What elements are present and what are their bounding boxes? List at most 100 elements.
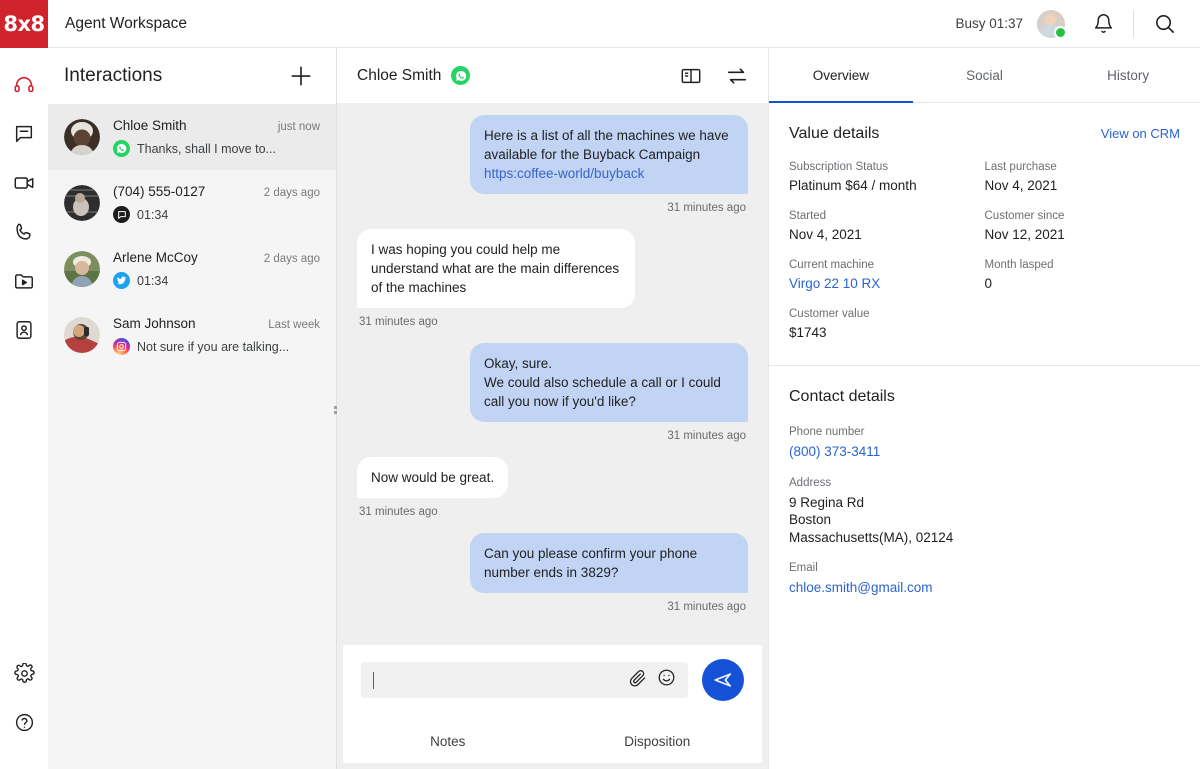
view-on-crm-link[interactable]: View on CRM [1101, 126, 1180, 141]
whatsapp-icon [113, 140, 130, 157]
divider [1133, 10, 1134, 37]
list-item[interactable]: Chloe Smith just now Thanks, shall I mov… [48, 104, 336, 170]
message-input[interactable] [376, 672, 622, 688]
send-button[interactable] [702, 659, 744, 701]
plus-icon [291, 66, 311, 86]
message-incoming: Now would be great. 31 minutes ago [357, 457, 748, 528]
call-duration: 01:34 [137, 207, 169, 222]
status-dot-available [1054, 25, 1067, 39]
agent-status-timer: Busy 01:37 [955, 16, 1023, 31]
contact-name: (704) 555-0127 [113, 184, 206, 199]
field-value: Nov 12, 2021 [984, 227, 1065, 242]
list-item[interactable]: Sam Johnson Last week Not sure if you ar… [48, 302, 336, 368]
new-interaction-button[interactable] [286, 61, 316, 91]
message-bubble: Okay, sure. We could also schedule a cal… [470, 343, 748, 422]
field-last-purchase: Last purchase Nov 4, 2021 [985, 161, 1181, 193]
attach-file-button[interactable] [628, 668, 647, 692]
book-icon [681, 68, 701, 83]
field-customer-since: Customer since Nov 12, 2021 [985, 210, 1181, 242]
timestamp: Last week [268, 319, 320, 331]
field-value: Nov 4, 2021 [984, 178, 1058, 193]
headset-icon [14, 76, 34, 93]
paperclip-icon [629, 670, 646, 687]
field-value: Nov 4, 2021 [789, 227, 862, 242]
drag-handle-icon [333, 406, 337, 414]
rail-item-contacts[interactable] [4, 310, 44, 350]
rail-item-recordings[interactable] [4, 261, 44, 301]
list-item[interactable]: (704) 555-0127 2 days ago 01:34 [48, 170, 336, 236]
contact-name: Sam Johnson [113, 316, 196, 331]
left-nav-rail [0, 48, 48, 769]
field-value: $1743 [789, 325, 827, 340]
search-icon [1155, 15, 1174, 33]
rail-item-settings[interactable] [4, 653, 44, 693]
smiley-icon [658, 669, 675, 686]
page-title: Interactions [64, 65, 163, 86]
message-text: Here is a list of all the machines we ha… [484, 128, 729, 162]
field-customer-value: Customer value $1743 [789, 308, 985, 340]
tab-notes[interactable]: Notes [343, 734, 553, 749]
conversation-header: Chloe Smith [337, 48, 768, 103]
details-tabs: Overview Social History [769, 48, 1200, 103]
message-bubble: Can you please confirm your phone number… [470, 533, 748, 593]
rail-item-meetings[interactable] [4, 163, 44, 203]
message-list: Here is a list of all the machines we ha… [337, 103, 768, 645]
message-preview: Thanks, shall I move to... [137, 141, 276, 156]
message-link[interactable]: https:coffee-world/buyback [484, 166, 644, 181]
field-label: Customer value [789, 308, 870, 320]
whatsapp-icon [451, 66, 471, 85]
field-label: Month lasped [984, 259, 1054, 271]
message-outgoing: Here is a list of all the machines we ha… [357, 115, 748, 224]
top-bar-actions: Busy 01:37 [955, 0, 1200, 48]
contact-name: Chloe Smith [113, 118, 187, 133]
address-line-2: Boston [789, 512, 832, 527]
avatar [64, 317, 100, 353]
phone-icon [16, 223, 31, 240]
agent-avatar[interactable] [1037, 9, 1067, 39]
panel-collapse-handle[interactable] [330, 400, 344, 422]
tab-disposition[interactable]: Disposition [553, 734, 763, 749]
email-value[interactable]: chloe.smith@gmail.com [789, 579, 989, 597]
transfer-arrows-icon [727, 67, 747, 84]
call-duration: 01:34 [137, 273, 169, 288]
message-timestamp: 31 minutes ago [667, 601, 746, 613]
message-timestamp: 31 minutes ago [359, 316, 438, 328]
field-value: 0 [984, 276, 993, 291]
phone-value[interactable]: (800) 373-3411 [789, 443, 989, 461]
rail-item-calls[interactable] [4, 212, 44, 252]
tab-history[interactable]: History [1056, 48, 1200, 102]
field-label: Started [789, 210, 827, 222]
notifications-button[interactable] [1083, 4, 1123, 44]
contact-details-section: Contact details Phone number (800) 373-3… [769, 366, 1200, 613]
field-value: Platinum $64 / month [789, 178, 917, 193]
top-bar: 8x8 Agent Workspace Busy 01:37 [0, 0, 1200, 48]
knowledge-base-button[interactable] [678, 63, 704, 89]
section-title-value-details: Value details [789, 125, 880, 142]
gear-icon [13, 662, 35, 683]
list-item[interactable]: Arlene McCoy 2 days ago 01:34 [48, 236, 336, 302]
current-machine-link[interactable]: Virgo 22 10 RX [789, 276, 985, 291]
message-preview: Not sure if you are talking... [137, 339, 290, 354]
message-input-wrapper[interactable] [361, 662, 688, 698]
composer: Notes Disposition [343, 645, 762, 763]
value-details-section: Value details View on CRM Subscription S… [769, 103, 1200, 357]
rail-item-help[interactable] [4, 702, 44, 742]
send-icon [714, 673, 732, 687]
app-title: Agent Workspace [65, 14, 188, 32]
address-line-1: 9 Regina Rd [789, 494, 865, 510]
field-subscription-status: Subscription Status Platinum $64 / month [789, 161, 985, 193]
customer-details-panel: Overview Social History Value details Vi… [768, 48, 1200, 769]
interactions-panel: Interactions Chloe Smith just now Thanks… [48, 48, 337, 769]
transfer-button[interactable] [724, 63, 750, 89]
rail-item-messages[interactable] [4, 114, 44, 154]
conversation-panel: Chloe Smith Here is a list of all the ma… [337, 48, 768, 769]
tab-social[interactable]: Social [913, 48, 1057, 102]
tab-overview[interactable]: Overview [769, 48, 913, 103]
search-button[interactable] [1144, 4, 1184, 44]
timestamp: just now [277, 121, 320, 133]
message-outgoing: Can you please confirm your phone number… [357, 533, 748, 623]
rail-item-contact-center[interactable] [4, 65, 44, 105]
message-bubble: I was hoping you could help me understan… [357, 229, 635, 308]
field-label: Customer since [984, 210, 1065, 222]
emoji-button[interactable] [657, 668, 676, 692]
